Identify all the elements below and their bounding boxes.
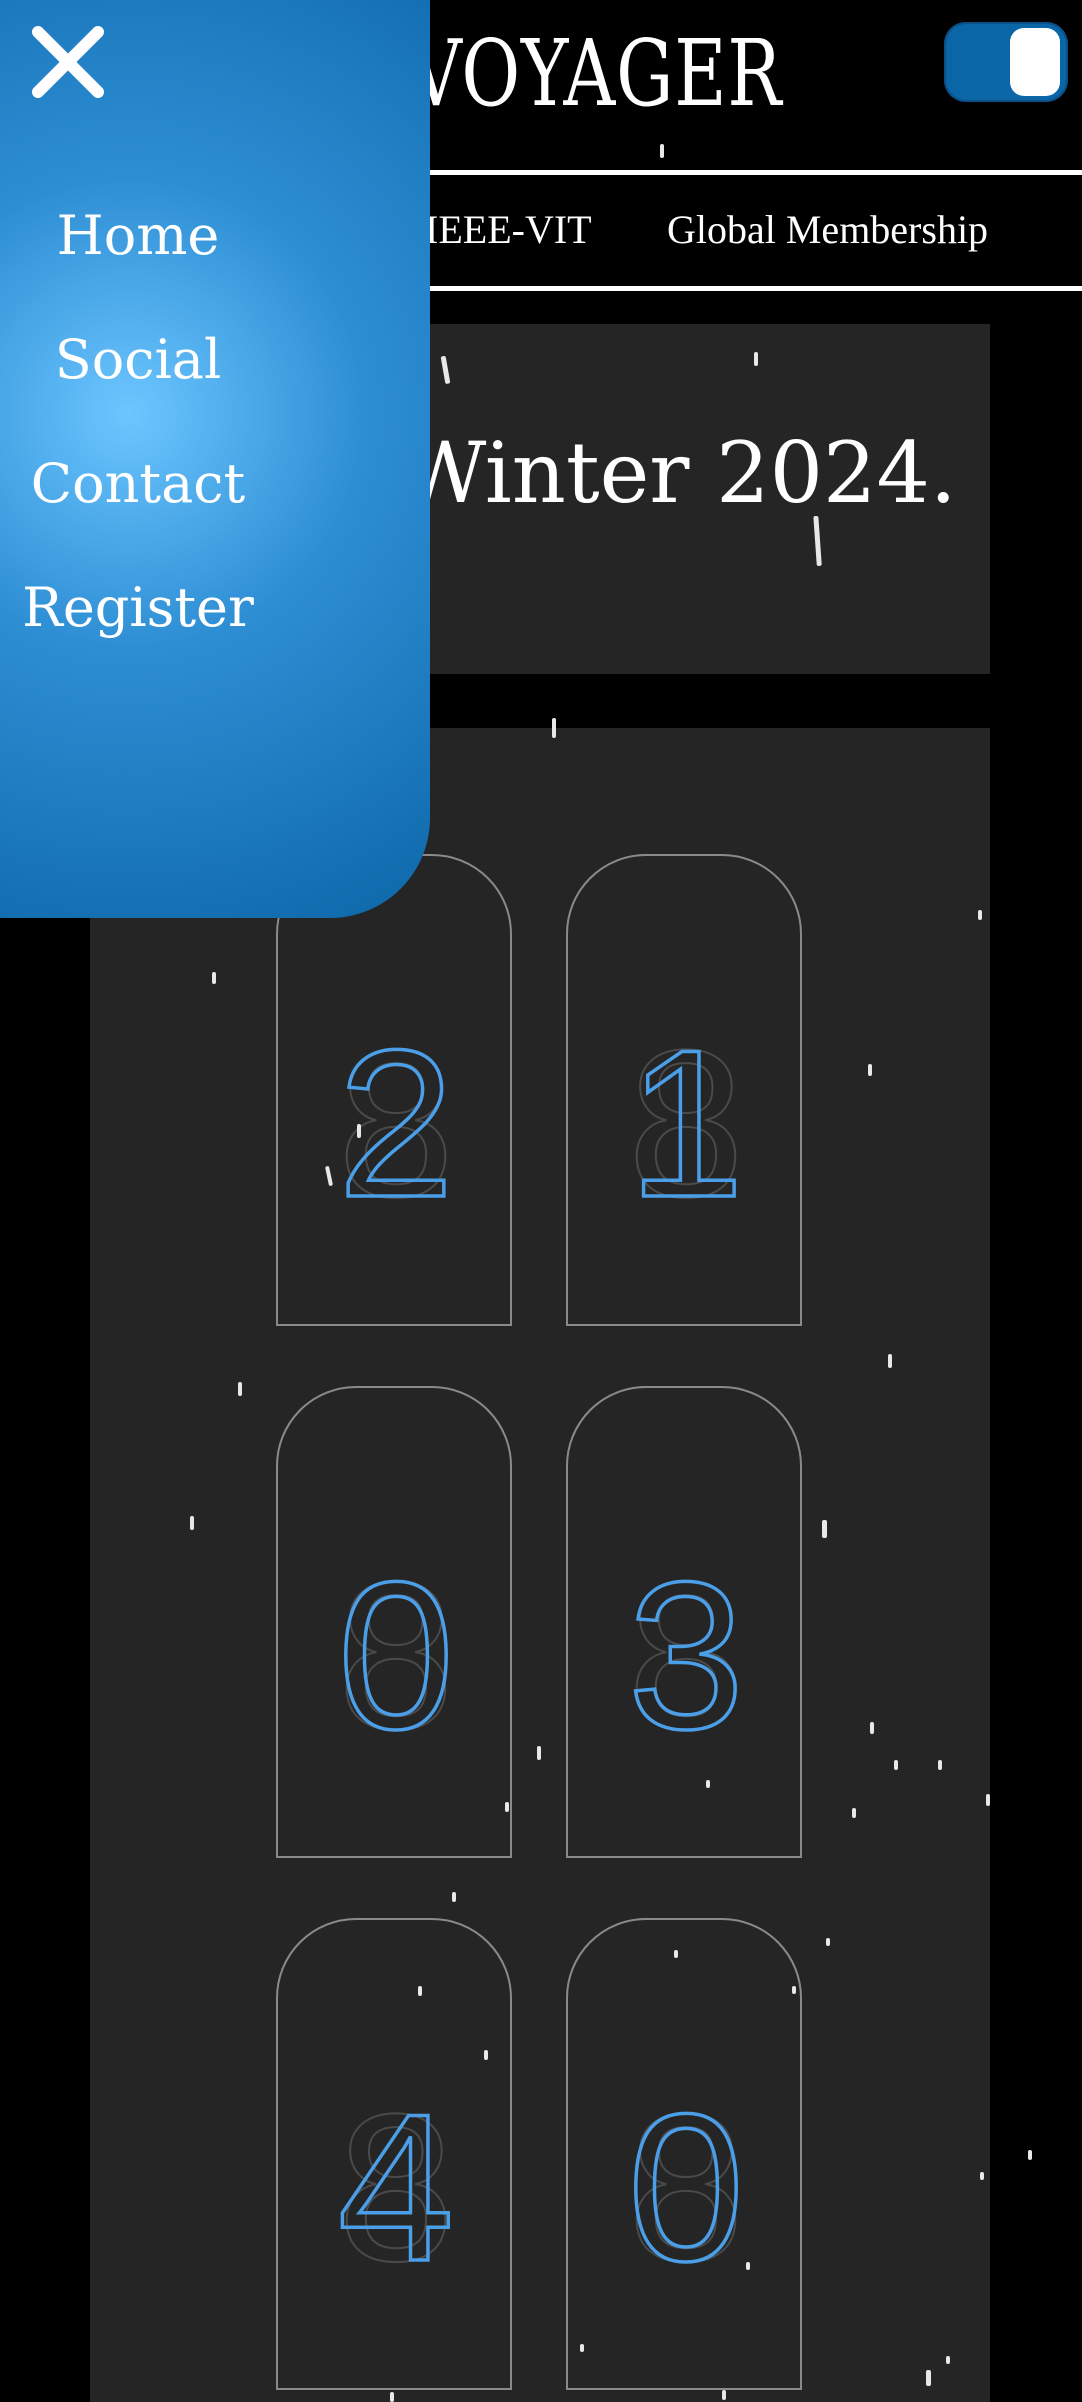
side-menu: Home Social Contact Register — [0, 0, 430, 918]
close-icon — [32, 26, 104, 98]
close-menu-button[interactable] — [26, 20, 110, 104]
menu-item-home[interactable]: Home — [0, 204, 276, 267]
menu-item-contact[interactable]: Contact — [0, 452, 276, 515]
menu-item-social[interactable]: Social — [0, 328, 276, 391]
menu-item-register[interactable]: Register — [0, 576, 276, 639]
